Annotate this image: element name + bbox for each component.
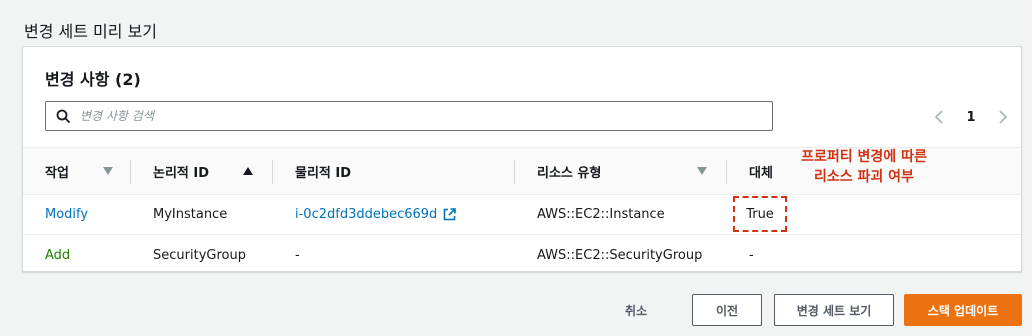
sort-down-icon[interactable] bbox=[697, 167, 707, 175]
annotation-line-2: 리소스 파괴 여부 bbox=[814, 169, 914, 185]
replacement-cell: - bbox=[749, 247, 754, 263]
changes-count: (2) bbox=[115, 70, 141, 89]
header-label-physical-id: 물리적 ID bbox=[295, 165, 352, 181]
physical-id-link[interactable]: i-0c2dfd3ddebec669d bbox=[295, 207, 457, 222]
column-header-resource-type[interactable]: 리소스 유형 bbox=[515, 148, 727, 194]
logical-id-cell: MyInstance bbox=[153, 207, 228, 222]
table-row: Add SecurityGroup - AWS::EC2::SecurityGr… bbox=[23, 235, 1021, 275]
column-header-action[interactable]: 작업 bbox=[23, 148, 131, 194]
annotation-line-1: 프로퍼티 변경에 따른 bbox=[801, 149, 927, 165]
update-stack-button[interactable]: 스택 업데이트 bbox=[904, 294, 1022, 326]
header-label-action: 작업 bbox=[45, 165, 69, 181]
action-cell: Modify bbox=[45, 207, 89, 222]
resource-type-cell: AWS::EC2::SecurityGroup bbox=[537, 247, 703, 263]
section-title: 변경 세트 미리 보기 bbox=[24, 22, 158, 41]
search-input[interactable] bbox=[80, 109, 760, 123]
chevron-right-icon[interactable] bbox=[993, 105, 1013, 129]
physical-id-cell: - bbox=[295, 247, 300, 263]
logical-id-cell: SecurityGroup bbox=[153, 247, 246, 263]
header-label-logical-id: 논리적 ID bbox=[153, 165, 210, 181]
annotation-callout: 프로퍼티 변경에 따른 리소스 파괴 여부 bbox=[774, 147, 954, 187]
sort-down-icon[interactable] bbox=[103, 167, 113, 175]
view-change-set-button[interactable]: 변경 세트 보기 bbox=[774, 294, 894, 326]
panel-title: 변경 사항 (2) bbox=[45, 66, 141, 90]
action-cell: Add bbox=[45, 247, 71, 263]
previous-button[interactable]: 이전 bbox=[692, 294, 762, 326]
column-header-logical-id[interactable]: 논리적 ID bbox=[131, 148, 273, 194]
cancel-button[interactable]: 취소 bbox=[606, 294, 666, 326]
search-icon bbox=[46, 109, 80, 123]
resource-type-cell: AWS::EC2::Instance bbox=[537, 207, 665, 222]
current-page[interactable]: 1 bbox=[966, 110, 975, 125]
table-row: Modify MyInstance i-0c2dfd3ddebec669d AW… bbox=[23, 195, 1021, 235]
header-label-resource-type: 리소스 유형 bbox=[537, 165, 602, 181]
external-link-icon bbox=[444, 208, 457, 221]
panel-title-text: 변경 사항 bbox=[45, 70, 110, 89]
replacement-cell-highlight: True bbox=[733, 196, 787, 232]
replacement-value: True bbox=[746, 206, 774, 222]
physical-id-cell: i-0c2dfd3ddebec669d bbox=[273, 195, 515, 234]
sort-up-icon[interactable] bbox=[243, 167, 253, 175]
pagination: 1 bbox=[929, 105, 1013, 129]
header-label-replacement: 대체 bbox=[749, 165, 773, 181]
search-box[interactable] bbox=[45, 101, 773, 131]
chevron-left-icon[interactable] bbox=[929, 105, 949, 129]
physical-id-text: i-0c2dfd3ddebec669d bbox=[295, 207, 438, 222]
column-header-physical-id[interactable]: 물리적 ID bbox=[273, 148, 515, 194]
